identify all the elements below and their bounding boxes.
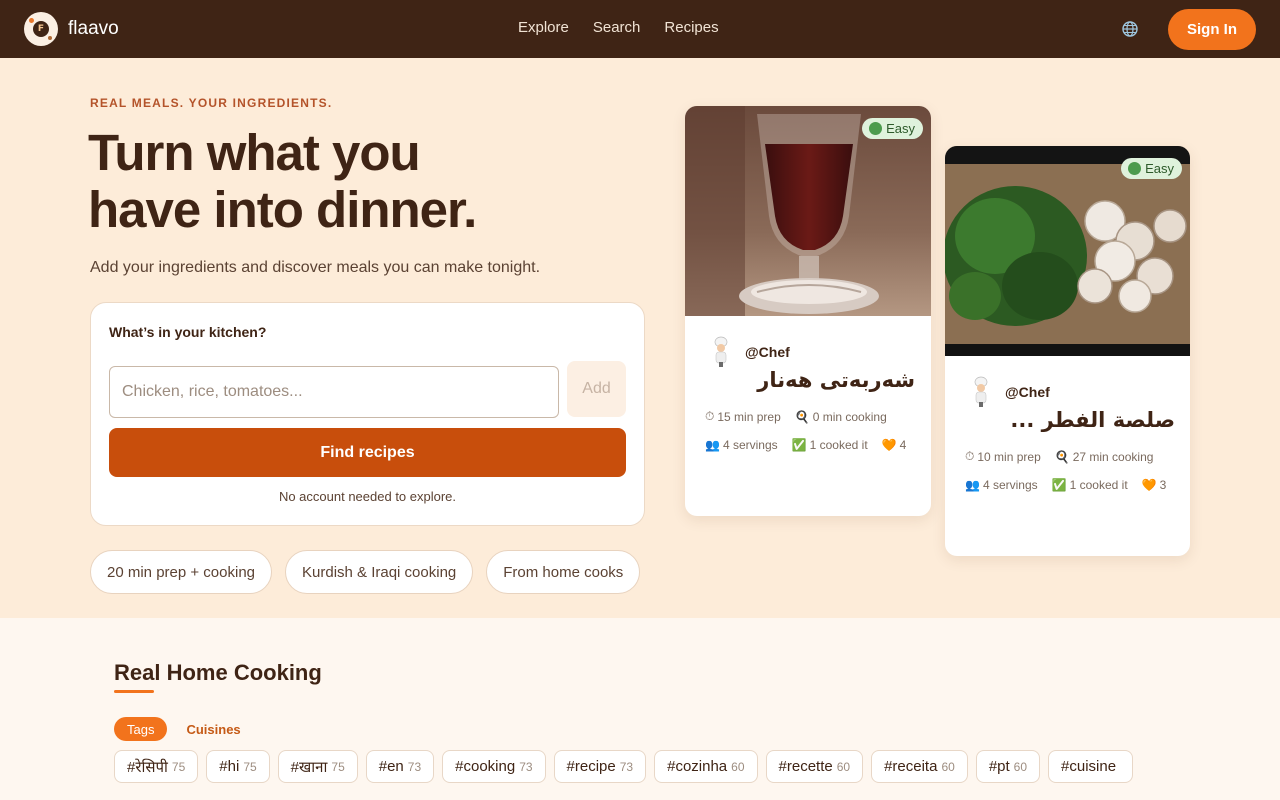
timer-icon: ⏱ [705, 409, 715, 423]
recipe-card[interactable]: Easy @Chef صلصة الفطر ... ⏱ 10 min prep 🍳… [945, 146, 1190, 556]
recipe-author[interactable]: @Chef [705, 336, 790, 368]
people-icon: 👥 [705, 438, 720, 452]
recipe-stats: 👥 4 servings ✅ 1 cooked it 🧡 3 [965, 478, 1167, 492]
difficulty-badge: Easy [1121, 158, 1182, 179]
chef-avatar-icon [714, 336, 728, 367]
headline-line-2: have into dinner. [88, 181, 477, 238]
check-icon: ✅ [791, 438, 807, 452]
tag-list: #रेसिपी 75 #hi 75 #खाना 75 #en 73 #cooking 73… [114, 750, 1166, 784]
tab-cuisines[interactable]: Cuisines [173, 717, 253, 741]
recipe-image: Easy [945, 146, 1190, 356]
home-cooking-section: Real Home Cooking Tags Cuisines #रेसिपी 7… [0, 618, 1280, 800]
ingredient-form-label: What’s in your kitchen? [109, 324, 267, 340]
brand-logo[interactable]: F flaavo [24, 12, 119, 46]
tag-chip[interactable]: #recipe 73 [553, 750, 647, 783]
brand-name: flaavo [68, 18, 119, 39]
logo-icon: F [24, 12, 58, 46]
check-icon: ✅ [1051, 478, 1067, 492]
tag-chip[interactable]: #receita 60 [871, 750, 968, 783]
section-underline [114, 690, 154, 693]
ingredient-form: What’s in your kitchen? Add Find recipes… [90, 302, 645, 526]
difficulty-badge: Easy [862, 118, 923, 139]
tag-chip[interactable]: #cozinha 60 [654, 750, 758, 783]
ingredient-input[interactable] [109, 366, 559, 418]
tag-chip[interactable]: #recette 60 [765, 750, 864, 783]
section-tabs: Tags Cuisines [114, 717, 254, 741]
tag-chip[interactable]: #खाना 75 [277, 750, 358, 783]
sign-in-button[interactable]: Sign In [1168, 9, 1256, 50]
quick-filter-chips: 20 min prep + cooking Kurdish & Iraqi co… [90, 550, 641, 594]
recipe-title: شەربەتی هەنار [757, 368, 915, 392]
nav-link-recipes[interactable]: Recipes [664, 19, 718, 36]
add-ingredient-button[interactable]: Add [567, 361, 626, 417]
tab-tags[interactable]: Tags [114, 717, 168, 741]
tag-chip[interactable]: #en 73 [365, 750, 435, 783]
tag-chip[interactable]: #cuisine [1048, 750, 1134, 783]
nav-link-search[interactable]: Search [593, 19, 641, 36]
recipe-card[interactable]: Easy @Chef شەربەتی هەنار ⏱ 15 min prep 🍳 0… [685, 106, 931, 516]
recipe-title: صلصة الفطر ... [1010, 408, 1175, 432]
tag-chip[interactable]: #pt 60 [975, 750, 1041, 783]
recipe-image: Easy [685, 106, 931, 316]
heart-icon: 🧡 [1141, 478, 1157, 492]
hero-section: REAL MEALS. YOUR INGREDIENTS. Turn what … [0, 58, 1280, 618]
chip-quick-prep[interactable]: 20 min prep + cooking [90, 550, 273, 594]
nav-links: Explore Search Recipes [518, 19, 719, 36]
recipe-times: ⏱ 10 min prep 🍳 27 min cooking [965, 449, 1154, 464]
recipe-author[interactable]: @Chef [965, 376, 1050, 408]
recipe-times: ⏱ 15 min prep 🍳 0 min cooking [705, 409, 887, 424]
recipe-stats: 👥 4 servings ✅ 1 cooked it 🧡 4 [705, 438, 907, 452]
find-recipes-button[interactable]: Find recipes [109, 428, 626, 477]
nav-link-explore[interactable]: Explore [518, 19, 569, 36]
timer-icon: ⏱ [965, 449, 975, 463]
people-icon: 👥 [965, 478, 980, 492]
tag-chip[interactable]: #hi 75 [206, 750, 270, 783]
no-account-note: No account needed to explore. [278, 489, 457, 504]
tag-chip[interactable]: #रेसिपी 75 [114, 750, 199, 783]
hero-eyebrow: REAL MEALS. YOUR INGREDIENTS. [90, 96, 333, 110]
tag-chip[interactable]: #cooking 73 [442, 750, 546, 783]
chip-home-cooks[interactable]: From home cooks [486, 550, 641, 594]
top-nav: F flaavo Explore Search Recipes Sign In [0, 0, 1280, 58]
hero-subhead: Add your ingredients and discover meals … [90, 259, 541, 276]
headline-line-1: Turn what you [88, 124, 421, 181]
section-title: Real Home Cooking [114, 660, 322, 685]
heart-icon: 🧡 [881, 438, 897, 452]
chip-kurdish-iraqi[interactable]: Kurdish & Iraqi cooking [285, 550, 474, 594]
hero-headline: Turn what you have into dinner. [88, 124, 608, 238]
chef-avatar-icon [974, 376, 988, 407]
pan-icon: 🍳 [1054, 449, 1070, 464]
globe-icon[interactable] [1121, 20, 1139, 38]
pan-icon: 🍳 [794, 409, 810, 424]
